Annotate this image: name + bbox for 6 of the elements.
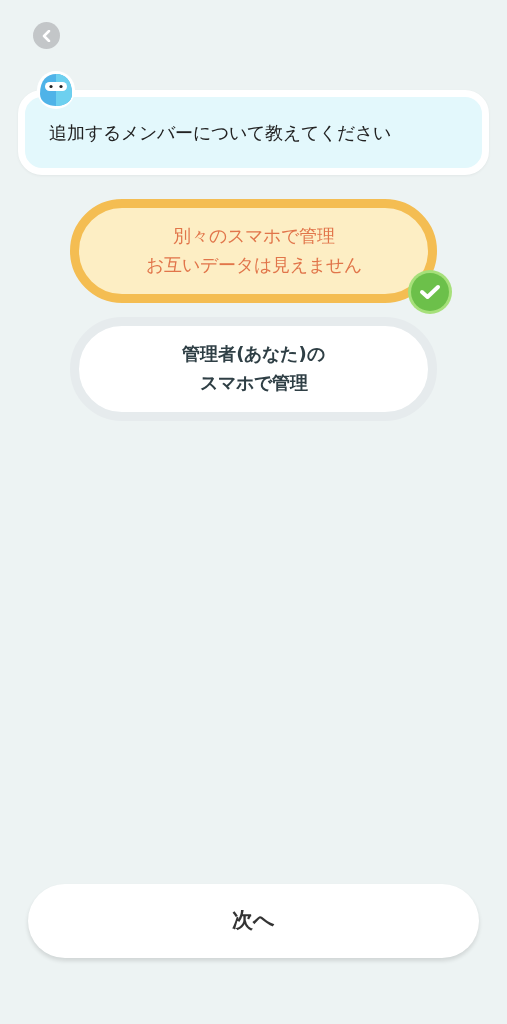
question-text: 追加するメンバーについて教えてください (49, 122, 391, 143)
option-button[interactable]: 管理者(あなた)の スマホで管理 (70, 317, 437, 421)
back-button[interactable] (33, 22, 60, 49)
back-icon (41, 29, 52, 42)
check-icon (407, 269, 453, 315)
next-button[interactable]: 次へ (28, 884, 479, 958)
